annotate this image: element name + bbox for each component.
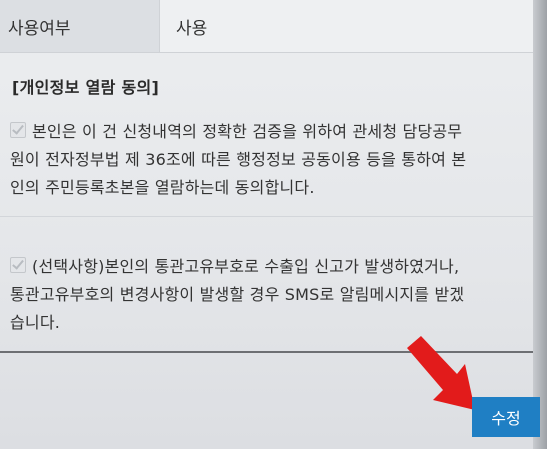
section-divider <box>0 216 547 217</box>
checkbox-icon[interactable] <box>10 122 26 138</box>
consent-1-line-2: 원이 전자정부법 제 36조에 따른 행정정보 공동이용 등을 통하여 본 <box>10 150 467 169</box>
consent-2-line-2: 통관고유부호의 변경사항이 발생할 경우 SMS로 알림메시지를 받겠 <box>10 285 465 304</box>
checkbox-icon[interactable] <box>10 257 26 273</box>
screen: 사용여부 사용 [개인정보 열람 동의] 본인은 이 건 신청내역의 정확한 검… <box>0 0 547 449</box>
consent-2-line-1-text: (선택사항)본인의 통관고유부호로 수출입 신고가 발생하였거나, <box>32 257 460 276</box>
consent-statement-2: (선택사항)본인의 통관고유부호로 수출입 신고가 발생하였거나, 통관고유부호… <box>10 253 530 337</box>
usage-value: 사용 <box>160 0 547 52</box>
usage-label: 사용여부 <box>0 0 160 52</box>
consent-2-line-1: (선택사항)본인의 통관고유부호로 수출입 신고가 발생하였거나, <box>10 253 530 281</box>
consent-1-line-3: 인의 주민등록초본을 열람하는데 동의합니다. <box>10 178 315 197</box>
privacy-consent-title: [개인정보 열람 동의] <box>12 78 160 97</box>
consent-statement-1: 본인은 이 건 신청내역의 정확한 검증을 위하여 관세청 담당공무 원이 전자… <box>10 118 530 202</box>
usage-row: 사용여부 사용 <box>0 0 547 53</box>
screen-edge <box>533 0 547 449</box>
modify-button[interactable]: 수정 <box>472 397 540 437</box>
consent-1-line-1-text: 본인은 이 건 신청내역의 정확한 검증을 위하여 관세청 담당공무 <box>32 122 463 141</box>
consent-1-line-1: 본인은 이 건 신청내역의 정확한 검증을 위하여 관세청 담당공무 <box>10 118 530 146</box>
